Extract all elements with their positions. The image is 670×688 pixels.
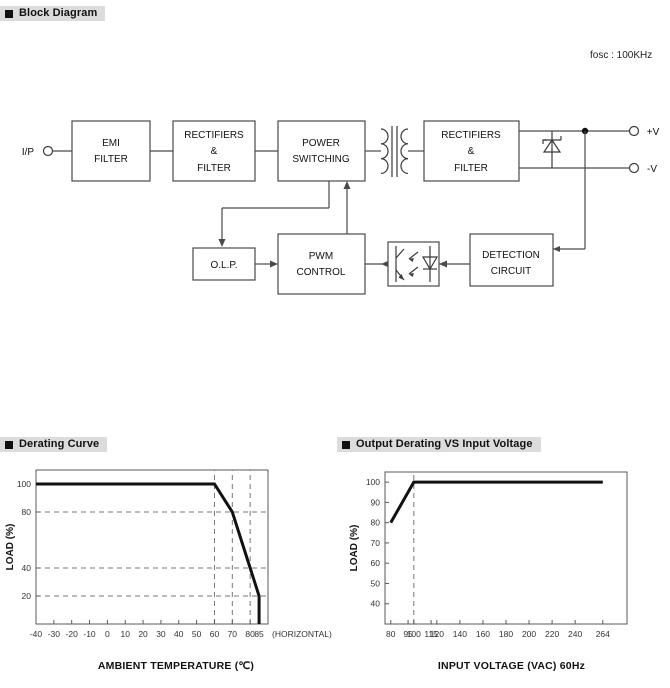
x-tick-label: -10 xyxy=(83,629,96,639)
block-emi-filter-line1: EMI xyxy=(102,138,120,149)
block-power-switching-line1: POWER xyxy=(302,138,340,149)
chart-derating-curve: -40 -30 -20 -10 0 10 20 30 40 50 60 70 80 85 20 40 80 100… xyxy=(0,462,340,688)
arrow-to-optocoupler xyxy=(439,260,447,268)
x-tick-label: 70 xyxy=(228,629,238,639)
y-tick-label: 80 xyxy=(371,518,381,528)
x-tick-label: 100 xyxy=(407,629,421,639)
section-title: Block Diagram xyxy=(19,7,98,19)
x-tick-label: -20 xyxy=(66,629,79,639)
x-tick-label: 80 xyxy=(386,629,396,639)
y-tick-label: 40 xyxy=(22,563,32,573)
x-tick-label: 220 xyxy=(545,629,559,639)
y-tick-label: 70 xyxy=(371,538,381,548)
block-rectifiers-filter-out-line3: FILTER xyxy=(454,163,488,174)
chart-xaxis-title-output-derating: INPUT VOLTAGE (VAC) 60Hz xyxy=(437,660,586,672)
x-tick-label: 240 xyxy=(568,629,582,639)
output-terminal-negative-icon xyxy=(628,162,640,174)
block-rectifiers-filter-out-line1: RECTIFIERS xyxy=(441,130,501,141)
x-tick-label: 20 xyxy=(138,629,148,639)
arrow-to-olp xyxy=(218,239,226,247)
section-header-output-derating: Output Derating VS Input Voltage xyxy=(337,437,541,452)
block-rectifiers-filter-in-line2: & xyxy=(211,146,218,157)
chart-output-derating: 80 95 100 115 120 140 160 180 200 220 240 264 40 50 60… xyxy=(337,462,670,688)
data-curve xyxy=(36,482,261,624)
block-rectifiers-filter-in-line1: RECTIFIERS xyxy=(184,130,244,141)
arrow-to-pwm-control xyxy=(270,260,278,268)
x-tick-label: 200 xyxy=(522,629,536,639)
x-tick-label: 120 xyxy=(430,629,444,639)
block-rectifiers-filter-out-line2: & xyxy=(468,146,475,157)
x-tick-label: 40 xyxy=(174,629,184,639)
plot-frame xyxy=(35,469,269,625)
zener-diode-icon xyxy=(542,131,562,168)
plot-frame xyxy=(384,471,628,625)
section-title: Output Derating VS Input Voltage xyxy=(356,438,533,450)
y-tick-label: 90 xyxy=(371,497,381,507)
x-tick-label: 264 xyxy=(596,629,610,639)
y-tick-label: 100 xyxy=(366,477,380,487)
optocoupler-icon xyxy=(387,241,440,287)
block-pwm-control xyxy=(277,233,366,295)
output-label-negative: -V xyxy=(647,164,657,175)
data-curve xyxy=(389,480,603,524)
x-tick-label: 140 xyxy=(453,629,467,639)
transformer-icon xyxy=(380,126,409,177)
x-tick-label: 60 xyxy=(210,629,220,639)
block-rectifiers-filter-in-line3: FILTER xyxy=(197,163,231,174)
y-axis-title: LOAD (%) xyxy=(5,524,16,571)
x-tick-label: -30 xyxy=(48,629,61,639)
x-tick-label: 50 xyxy=(192,629,202,639)
square-bullet-icon xyxy=(342,440,350,449)
output-terminal-positive-icon xyxy=(628,125,640,137)
y-tick-label: 100 xyxy=(17,479,31,489)
block-diagram: I/P EMI FILTER RECTIFIERS & FILTER POWER… xyxy=(0,30,670,310)
chart-xaxis-title-derating: AMBIENT TEMPERATURE (℃) xyxy=(97,660,255,672)
block-emi-filter xyxy=(71,120,151,182)
y-tick-label: 40 xyxy=(371,599,381,609)
x-tick-label: -40 xyxy=(30,629,43,639)
block-detection-circuit-line2: CIRCUIT xyxy=(491,266,532,277)
y-tick-label: 60 xyxy=(371,558,381,568)
x-tick-label: 0 xyxy=(105,629,110,639)
block-emi-filter-line2: FILTER xyxy=(94,154,128,165)
x-tick-label: 85 xyxy=(254,629,264,639)
x-tick-label: 10 xyxy=(120,629,130,639)
input-label: I/P xyxy=(22,147,35,158)
input-terminal-icon xyxy=(42,145,54,157)
y-axis-title: LOAD (%) xyxy=(349,525,360,572)
output-label-positive: +V xyxy=(647,127,660,138)
y-tick-label: 50 xyxy=(371,578,381,588)
block-detection-circuit-line1: DETECTION xyxy=(482,250,540,261)
block-power-switching-line2: SWITCHING xyxy=(292,154,349,165)
arrow-to-detection-circuit xyxy=(553,246,560,252)
section-title: Derating Curve xyxy=(19,438,100,450)
square-bullet-icon xyxy=(5,440,13,449)
block-power-switching xyxy=(277,120,366,182)
square-bullet-icon xyxy=(5,9,13,18)
x-tick-label: 160 xyxy=(476,629,490,639)
y-tick-label: 20 xyxy=(22,591,32,601)
block-pwm-control-line2: CONTROL xyxy=(297,267,346,278)
block-pwm-control-line1: PWM xyxy=(309,251,333,262)
section-header-derating-curve: Derating Curve xyxy=(0,437,108,452)
arrow-to-power-switching xyxy=(343,181,351,189)
section-header-block-diagram: Block Diagram xyxy=(0,6,106,21)
chart-annotation: (HORIZONTAL) xyxy=(272,629,332,639)
y-tick-label: 80 xyxy=(22,507,32,517)
x-tick-label: 30 xyxy=(156,629,166,639)
block-olp-label: O.L.P. xyxy=(210,260,237,271)
x-tick-label: 180 xyxy=(499,629,513,639)
